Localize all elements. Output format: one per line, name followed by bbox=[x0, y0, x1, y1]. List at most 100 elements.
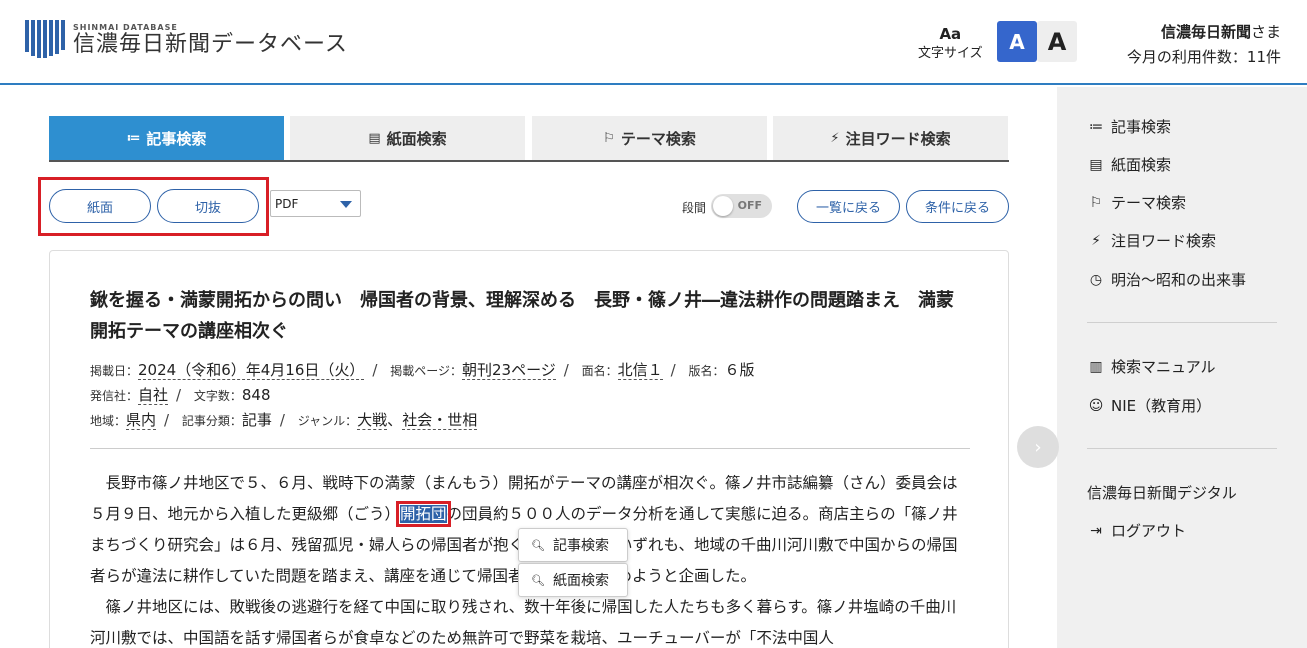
sidebar-item-label: 記事検索 bbox=[1111, 118, 1172, 136]
genre-separator: 、 bbox=[387, 411, 403, 429]
meta-row-3: 地域：県内 / 記事分類：記事 / ジャンル：大戦、社会・世相 bbox=[90, 411, 478, 430]
sidebar-item-label: ログアウト bbox=[1111, 522, 1187, 540]
logo-mark-icon bbox=[25, 20, 65, 58]
meta-key: 記事分類： bbox=[181, 414, 242, 428]
divider bbox=[90, 448, 970, 449]
clip-button[interactable]: 切抜 bbox=[157, 189, 259, 223]
selected-text[interactable]: 開拓団 bbox=[396, 501, 451, 527]
newspaper-icon: ▤ bbox=[368, 130, 381, 146]
lightning-icon: ⚡ bbox=[830, 130, 840, 146]
back-to-list-button[interactable]: 一覧に戻る bbox=[797, 190, 900, 223]
meta-key: ジャンル： bbox=[297, 414, 358, 428]
user-info: 信濃毎日新聞さま 今月の利用件数：11件 bbox=[1127, 20, 1281, 70]
font-size-large-button[interactable]: A bbox=[1037, 21, 1077, 62]
search-icon: 🔍︎ bbox=[531, 538, 545, 552]
tab-paper-search[interactable]: ▤ 紙面検索 bbox=[290, 116, 525, 160]
list-icon: ≔ bbox=[126, 130, 141, 146]
meta-row-1: 掲載日：2024（令和6）年4月16日（火） / 掲載ページ：朝刊23ページ / 面… bbox=[90, 361, 755, 380]
sidebar-divider bbox=[1087, 448, 1277, 449]
list-icon: ≔ bbox=[1089, 118, 1103, 135]
genre-link[interactable]: 大戦 bbox=[357, 411, 388, 430]
publish-date[interactable]: 2024（令和6）年4月16日（火） bbox=[138, 361, 365, 380]
sidebar-divider bbox=[1087, 322, 1277, 323]
tab-article-search[interactable]: ≔ 記事検索 bbox=[49, 116, 284, 160]
meta-row-2: 発信社：自社 / 文字数：848 bbox=[90, 386, 271, 405]
logo-subtitle: SHINMAI DATABASE bbox=[73, 23, 178, 32]
book-icon: ▥ bbox=[1089, 358, 1103, 375]
sidebar-item-label: 検索マニュアル bbox=[1111, 358, 1216, 376]
meta-key: 文字数： bbox=[193, 389, 242, 403]
sidebar-item-manual[interactable]: ▥ 検索マニュアル bbox=[1087, 356, 1216, 377]
sidebar-item-nie[interactable]: ☺ NIE（教育用） bbox=[1087, 395, 1211, 416]
tab-trending-word-search[interactable]: ⚡ 注目ワード検索 bbox=[773, 116, 1008, 160]
context-menu-label: 紙面検索 bbox=[552, 573, 609, 589]
bookmark-icon: ⚐ bbox=[603, 130, 615, 146]
sidebar-item-label: NIE（教育用） bbox=[1111, 397, 1212, 415]
meta-key: 面名： bbox=[581, 364, 618, 378]
article-class: 記事 bbox=[241, 411, 272, 429]
sidebar-item-logout[interactable]: ⇥ ログアウト bbox=[1087, 520, 1186, 541]
sidebar-item-label: テーマ検索 bbox=[1111, 194, 1187, 212]
bookmark-icon: ⚐ bbox=[1089, 194, 1103, 211]
sidebar-toggle-chevron-right-icon[interactable]: › bbox=[1017, 426, 1059, 468]
font-size-icon: Aa bbox=[939, 25, 962, 43]
edition: ６版 bbox=[724, 361, 755, 379]
nie-icon: ☺ bbox=[1088, 397, 1104, 414]
logout-icon: ⇥ bbox=[1090, 522, 1102, 539]
column-gap-label: 段間 bbox=[682, 201, 707, 215]
usage-count: 今月の利用件数：11件 bbox=[1126, 48, 1281, 66]
site-logo[interactable]: SHINMAI DATABASE 信濃毎日新聞データベース bbox=[25, 20, 348, 58]
meta-key: 地域： bbox=[90, 414, 127, 428]
sidebar-item-theme-search[interactable]: ⚐ テーマ検索 bbox=[1087, 192, 1186, 213]
section-link[interactable]: 北信１ bbox=[617, 361, 663, 380]
column-gap-toggle[interactable]: OFF bbox=[711, 194, 772, 218]
font-size-small-button[interactable]: A bbox=[997, 21, 1037, 62]
sidebar-item-label: 信濃毎日新聞デジタル bbox=[1087, 484, 1237, 502]
search-icon: 🔍︎ bbox=[531, 573, 545, 587]
context-menu-paper-search[interactable]: 🔍︎ 紙面検索 bbox=[518, 563, 628, 597]
sidebar-item-trending-word[interactable]: ⚡ 注目ワード検索 bbox=[1087, 230, 1216, 251]
chevron-down-icon bbox=[340, 201, 352, 208]
tab-label: 記事検索 bbox=[146, 129, 207, 148]
tab-label: テーマ検索 bbox=[620, 129, 696, 148]
sidebar-item-paper-search[interactable]: ▤ 紙面検索 bbox=[1087, 154, 1171, 175]
sidebar-item-article-search[interactable]: ≔ 記事検索 bbox=[1087, 116, 1171, 137]
area-link[interactable]: 県内 bbox=[126, 411, 157, 430]
search-tabs: ≔ 記事検索 ▤ 紙面検索 ⚐ テーマ検索 ⚡ 注目ワード検索 bbox=[49, 116, 1009, 162]
paragraph: 篠ノ井地区には、敗戦後の逃避行を経て中国に取り残され、数十年後に帰国した人たちも… bbox=[90, 598, 957, 647]
font-size-control: Aa 文字サイズ bbox=[918, 26, 983, 61]
history-icon: ◷ bbox=[1089, 271, 1103, 288]
tab-label: 注目ワード検索 bbox=[845, 129, 951, 148]
newspaper-icon: ▤ bbox=[1089, 156, 1103, 173]
user-suffix: さま bbox=[1250, 23, 1281, 41]
meta-key: 発信社： bbox=[90, 389, 139, 403]
font-size-label: 文字サイズ bbox=[918, 46, 983, 61]
sidebar-item-history-events[interactable]: ◷ 明治～昭和の出来事 bbox=[1087, 269, 1246, 290]
lightning-icon: ⚡ bbox=[1091, 232, 1101, 249]
context-menu-label: 記事検索 bbox=[552, 538, 609, 554]
context-menu-article-search[interactable]: 🔍︎ 記事検索 bbox=[518, 528, 628, 562]
meta-key: 掲載日： bbox=[90, 364, 139, 378]
article-title: 鍬を握る・満蒙開拓からの問い 帰国者の背景、理解深める 長野・篠ノ井―違法耕作の… bbox=[90, 290, 954, 342]
sidebar-item-label: 紙面検索 bbox=[1111, 156, 1172, 174]
genre-link[interactable]: 社会・世相 bbox=[402, 411, 478, 430]
sidebar-item-label: 明治～昭和の出来事 bbox=[1111, 271, 1247, 289]
paper-button[interactable]: 紙面 bbox=[49, 189, 151, 223]
format-select-value: PDF bbox=[275, 196, 299, 211]
page-link[interactable]: 朝刊23ページ bbox=[461, 361, 556, 380]
sidebar-item-digital[interactable]: 信濃毎日新聞デジタル bbox=[1087, 482, 1237, 503]
format-select[interactable]: PDF bbox=[270, 190, 361, 217]
logo-title: 信濃毎日新聞データベース bbox=[73, 32, 348, 57]
tab-theme-search[interactable]: ⚐ テーマ検索 bbox=[532, 116, 767, 160]
back-to-conditions-button[interactable]: 条件に戻る bbox=[906, 190, 1009, 223]
char-count: 848 bbox=[241, 386, 271, 404]
meta-key: 掲載ページ： bbox=[390, 364, 462, 378]
header: SHINMAI DATABASE 信濃毎日新聞データベース Aa 文字サイズ A… bbox=[0, 0, 1307, 85]
sidebar: ≔ 記事検索 ▤ 紙面検索 ⚐ テーマ検索 ⚡ 注目ワード検索 ◷ 明治～昭和の出来事 ▥… bbox=[1057, 87, 1307, 648]
sidebar-item-label: 注目ワード検索 bbox=[1111, 232, 1217, 250]
tab-label: 紙面検索 bbox=[386, 129, 447, 148]
meta-key: 版名： bbox=[688, 364, 725, 378]
toggle-state: OFF bbox=[737, 199, 762, 212]
user-name: 信濃毎日新聞 bbox=[1160, 23, 1251, 41]
publisher-link[interactable]: 自社 bbox=[138, 386, 169, 405]
